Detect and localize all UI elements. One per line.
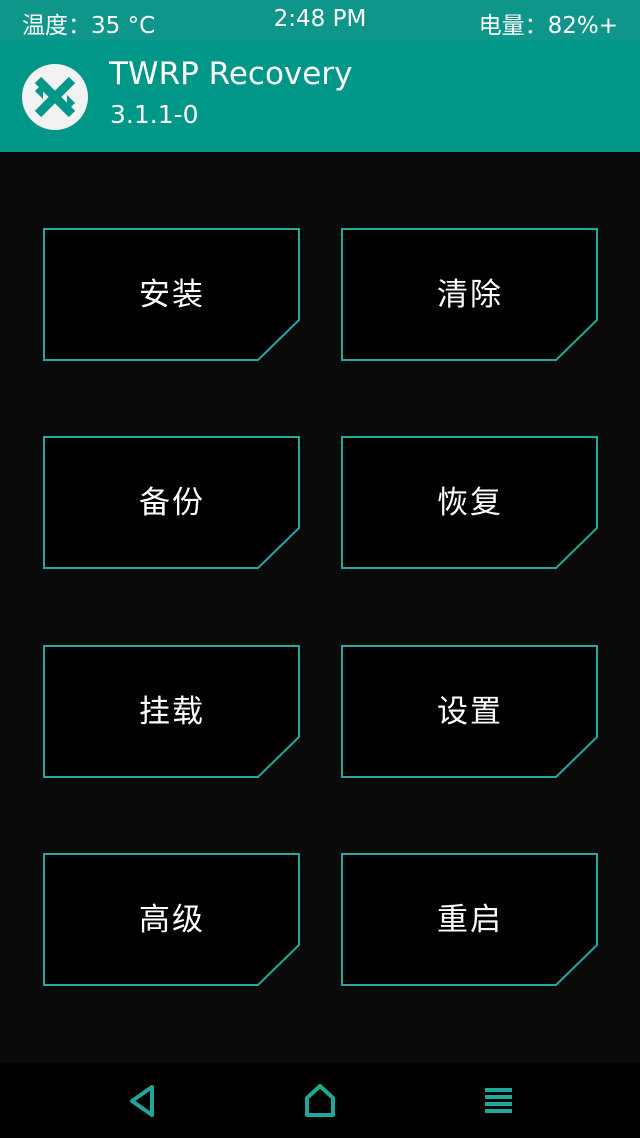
restore-label: 恢复: [437, 485, 503, 521]
advanced-label: 高级: [139, 902, 205, 938]
mount-button[interactable]: 挂载: [43, 645, 301, 779]
wipe-label: 清除: [437, 277, 503, 313]
restore-button[interactable]: 恢复: [341, 436, 599, 570]
twrp-logo-icon: [22, 64, 88, 130]
backup-button[interactable]: 备份: [43, 436, 301, 570]
app-version: 3.1.1-0: [110, 100, 199, 129]
settings-label: 设置: [437, 694, 503, 730]
home-icon[interactable]: [300, 1081, 340, 1121]
twrp-main-screen: 温度：35 °C 2:48 PM 电量：82%+ TWRP Recovery 3…: [0, 0, 640, 1138]
reboot-button[interactable]: 重启: [341, 853, 599, 987]
app-title: TWRP Recovery: [109, 56, 353, 92]
backup-label: 备份: [139, 485, 205, 521]
status-bar: 温度：35 °C 2:48 PM 电量：82%+: [0, 0, 640, 40]
app-header: TWRP Recovery 3.1.1-0: [0, 40, 640, 152]
reboot-label: 重启: [437, 902, 503, 938]
battery-readout: 电量：82%+: [478, 13, 618, 39]
install-button[interactable]: 安装: [43, 228, 301, 362]
navigation-bar: [0, 1063, 640, 1138]
wipe-button[interactable]: 清除: [341, 228, 599, 362]
advanced-button[interactable]: 高级: [43, 853, 301, 987]
install-label: 安装: [139, 277, 205, 313]
mount-label: 挂载: [139, 694, 205, 730]
settings-button[interactable]: 设置: [341, 645, 599, 779]
back-triangle-icon[interactable]: [123, 1081, 163, 1121]
menu-lines-icon[interactable]: [478, 1081, 518, 1121]
